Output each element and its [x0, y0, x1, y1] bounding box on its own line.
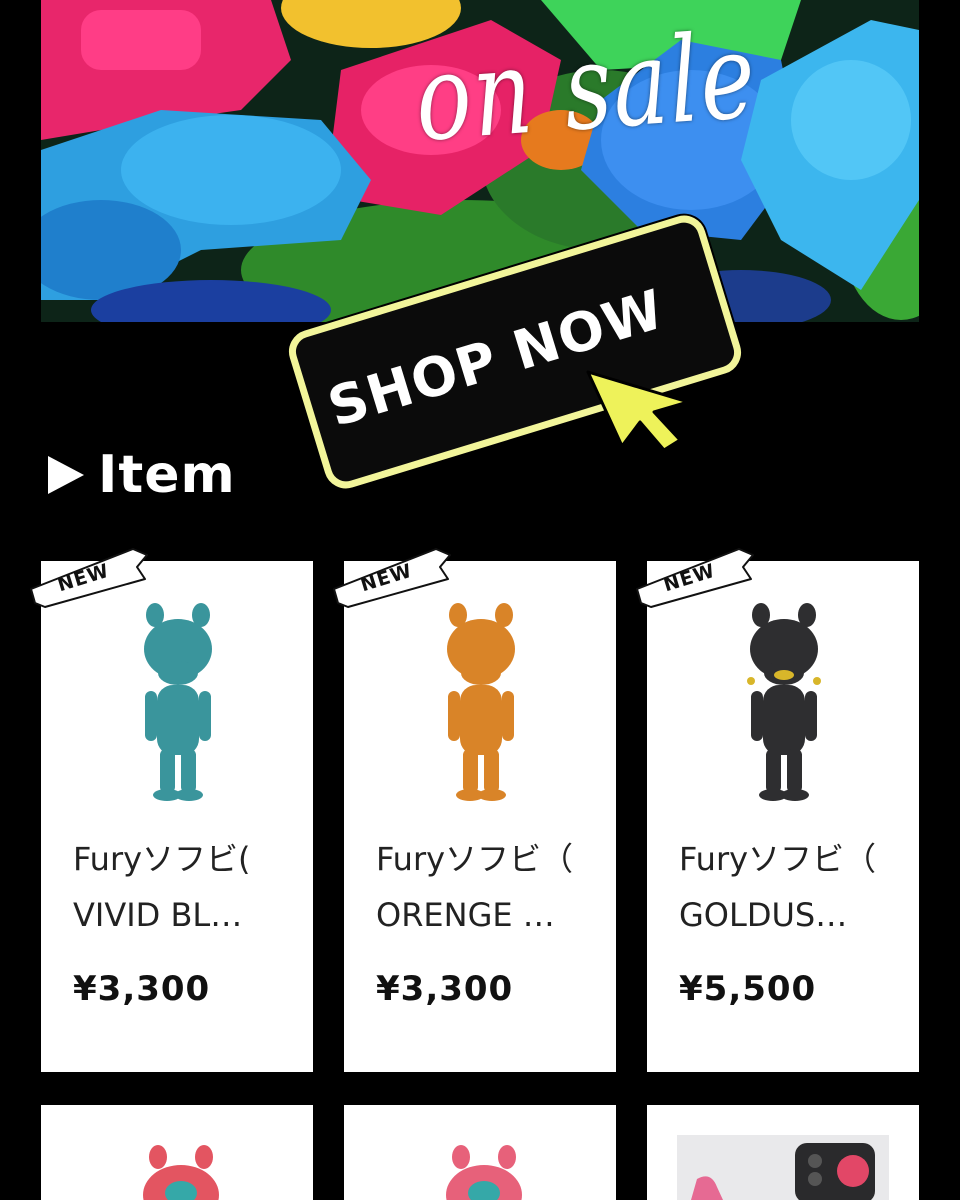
product-name: Furyソフビ（ ORENGE …: [376, 831, 591, 943]
product-price: ¥5,500: [679, 969, 817, 1009]
figure-image: [144, 603, 212, 801]
product-name-line1: Furyソフビ（: [376, 840, 574, 878]
product-card[interactable]: Furyソフビ（ ORENGE … ¥3,300: [344, 561, 616, 1072]
new-badge: NEW: [328, 545, 458, 609]
sale-banner[interactable]: on sale: [41, 0, 919, 322]
figure-shape: [750, 603, 818, 801]
product-name-line1: Furyソフビ（: [679, 840, 877, 878]
play-triangle-icon: [48, 456, 84, 494]
pointer-cursor-icon: [586, 370, 690, 452]
product-card[interactable]: Furyソフビ( VIVID BL… ¥3,300: [41, 561, 313, 1072]
figure-image: [446, 1145, 522, 1200]
product-name-line2: ORENGE …: [376, 896, 555, 934]
section-title: Item: [48, 440, 236, 510]
gold-accent: [774, 670, 794, 680]
product-image: [376, 591, 586, 801]
product-card[interactable]: Furyソフビ（ GOLDUS… ¥5,500: [647, 561, 919, 1072]
product-card[interactable]: [41, 1105, 313, 1200]
product-name-line1: Furyソフビ(: [73, 840, 251, 878]
product-name-line2: GOLDUS…: [679, 896, 848, 934]
new-badge: NEW: [631, 545, 761, 609]
figure-shape: [144, 603, 212, 801]
new-badge: NEW: [25, 545, 155, 609]
figure-image: [447, 603, 515, 801]
section-title-text: Item: [98, 445, 236, 505]
product-name: Furyソフビ（ GOLDUS…: [679, 831, 894, 943]
figure-shape: [447, 603, 515, 801]
product-card[interactable]: [344, 1105, 616, 1200]
on-sale-text: on sale: [411, 6, 761, 168]
product-name-line2: VIVID BL…: [73, 896, 243, 934]
product-price: ¥3,300: [73, 969, 211, 1009]
figure-image: [143, 1145, 219, 1200]
phone-case-image: [677, 1135, 889, 1200]
product-name: Furyソフビ( VIVID BL…: [73, 831, 288, 943]
product-card[interactable]: [647, 1105, 919, 1200]
product-image: [73, 591, 283, 801]
figure-image: [747, 603, 821, 801]
product-image: [679, 591, 889, 801]
product-price: ¥3,300: [376, 969, 514, 1009]
